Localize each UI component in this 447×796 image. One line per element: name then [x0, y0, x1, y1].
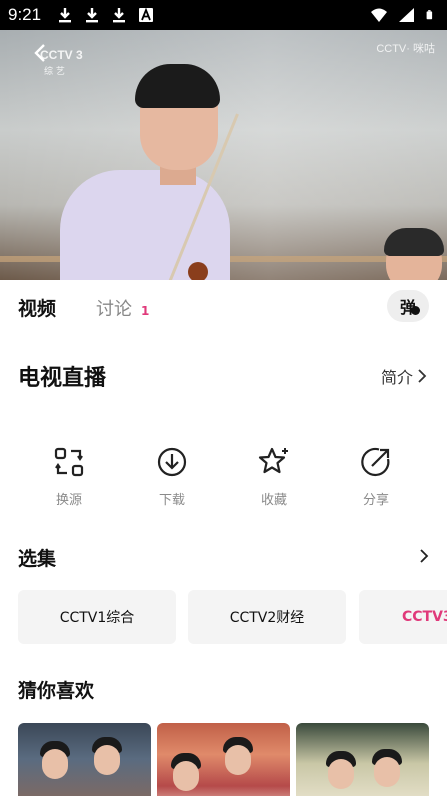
chevron-right-icon[interactable]: [418, 548, 430, 564]
download-icon: [113, 8, 125, 23]
episodes-title: 选集: [18, 548, 57, 570]
recommend-card[interactable]: [18, 723, 151, 796]
channel-logo: CCTV 3: [40, 48, 83, 62]
status-time: 9:21: [8, 5, 42, 24]
intro-label: 简介: [381, 368, 414, 387]
switch-source-label: 换源: [55, 493, 82, 508]
share-label: 分享: [362, 493, 389, 508]
favorite-button[interactable]: 收藏: [234, 445, 314, 508]
download-button[interactable]: 下载: [132, 445, 212, 508]
download-icon: [157, 447, 187, 477]
download-icon: [86, 8, 98, 23]
video-player[interactable]: CCTV 3 综 艺 CCTV· 咪咕: [0, 30, 447, 280]
poster-figure: [173, 761, 199, 791]
episode-item[interactable]: CCTV1综合: [18, 590, 176, 644]
switch-source-icon: [54, 447, 84, 477]
episode-list: CCTV1综合 CCTV2财经 CCTV3: [18, 590, 447, 644]
font-a-icon: [139, 7, 153, 22]
download-icon: [59, 8, 71, 23]
tab-video[interactable]: 视频: [18, 294, 56, 321]
status-bar: 9:21: [0, 0, 447, 30]
action-bar: 换源 下载 收藏 分享: [0, 445, 447, 515]
video-watermark: CCTV· 咪咕: [376, 43, 435, 55]
tab-bar: 视频 讨论 1 弹: [0, 280, 447, 332]
danmaku-toggle-button[interactable]: 弹: [387, 290, 429, 322]
poster-figure: [374, 757, 400, 787]
share-button[interactable]: 分享: [336, 445, 416, 508]
discuss-count-badge: 1: [141, 304, 150, 318]
recommend-list: [18, 723, 447, 796]
battery-icon: [426, 10, 433, 20]
chevron-right-icon: [418, 369, 427, 383]
episode-item[interactable]: CCTV2财经: [188, 590, 346, 644]
share-icon: [361, 447, 390, 477]
episode-item-active[interactable]: CCTV3: [359, 590, 447, 644]
signal-icon: [399, 8, 414, 22]
danmaku-status-icon: [411, 306, 420, 315]
favorite-label: 收藏: [260, 493, 287, 508]
tab-discuss[interactable]: 讨论: [96, 295, 132, 321]
video-second-person-hair: [384, 228, 444, 256]
channel-subtitle: 综 艺: [44, 67, 65, 77]
recommend-card[interactable]: [296, 723, 429, 796]
status-left-icons: [56, 7, 155, 23]
download-label: 下载: [158, 493, 185, 508]
switch-source-button[interactable]: 换源: [29, 445, 109, 508]
video-violin: [188, 262, 208, 280]
poster-figure: [328, 759, 354, 789]
intro-link[interactable]: 简介: [381, 364, 427, 388]
recommend-card[interactable]: [157, 723, 290, 796]
wifi-icon: [371, 8, 387, 22]
status-right-icons: [370, 7, 437, 23]
star-icon: [258, 447, 288, 474]
recommend-title: 猜你喜欢: [18, 680, 95, 702]
poster-figure: [94, 745, 120, 775]
poster-figure: [225, 745, 251, 775]
poster-figure: [42, 749, 68, 779]
page-title: 电视直播: [18, 366, 107, 391]
